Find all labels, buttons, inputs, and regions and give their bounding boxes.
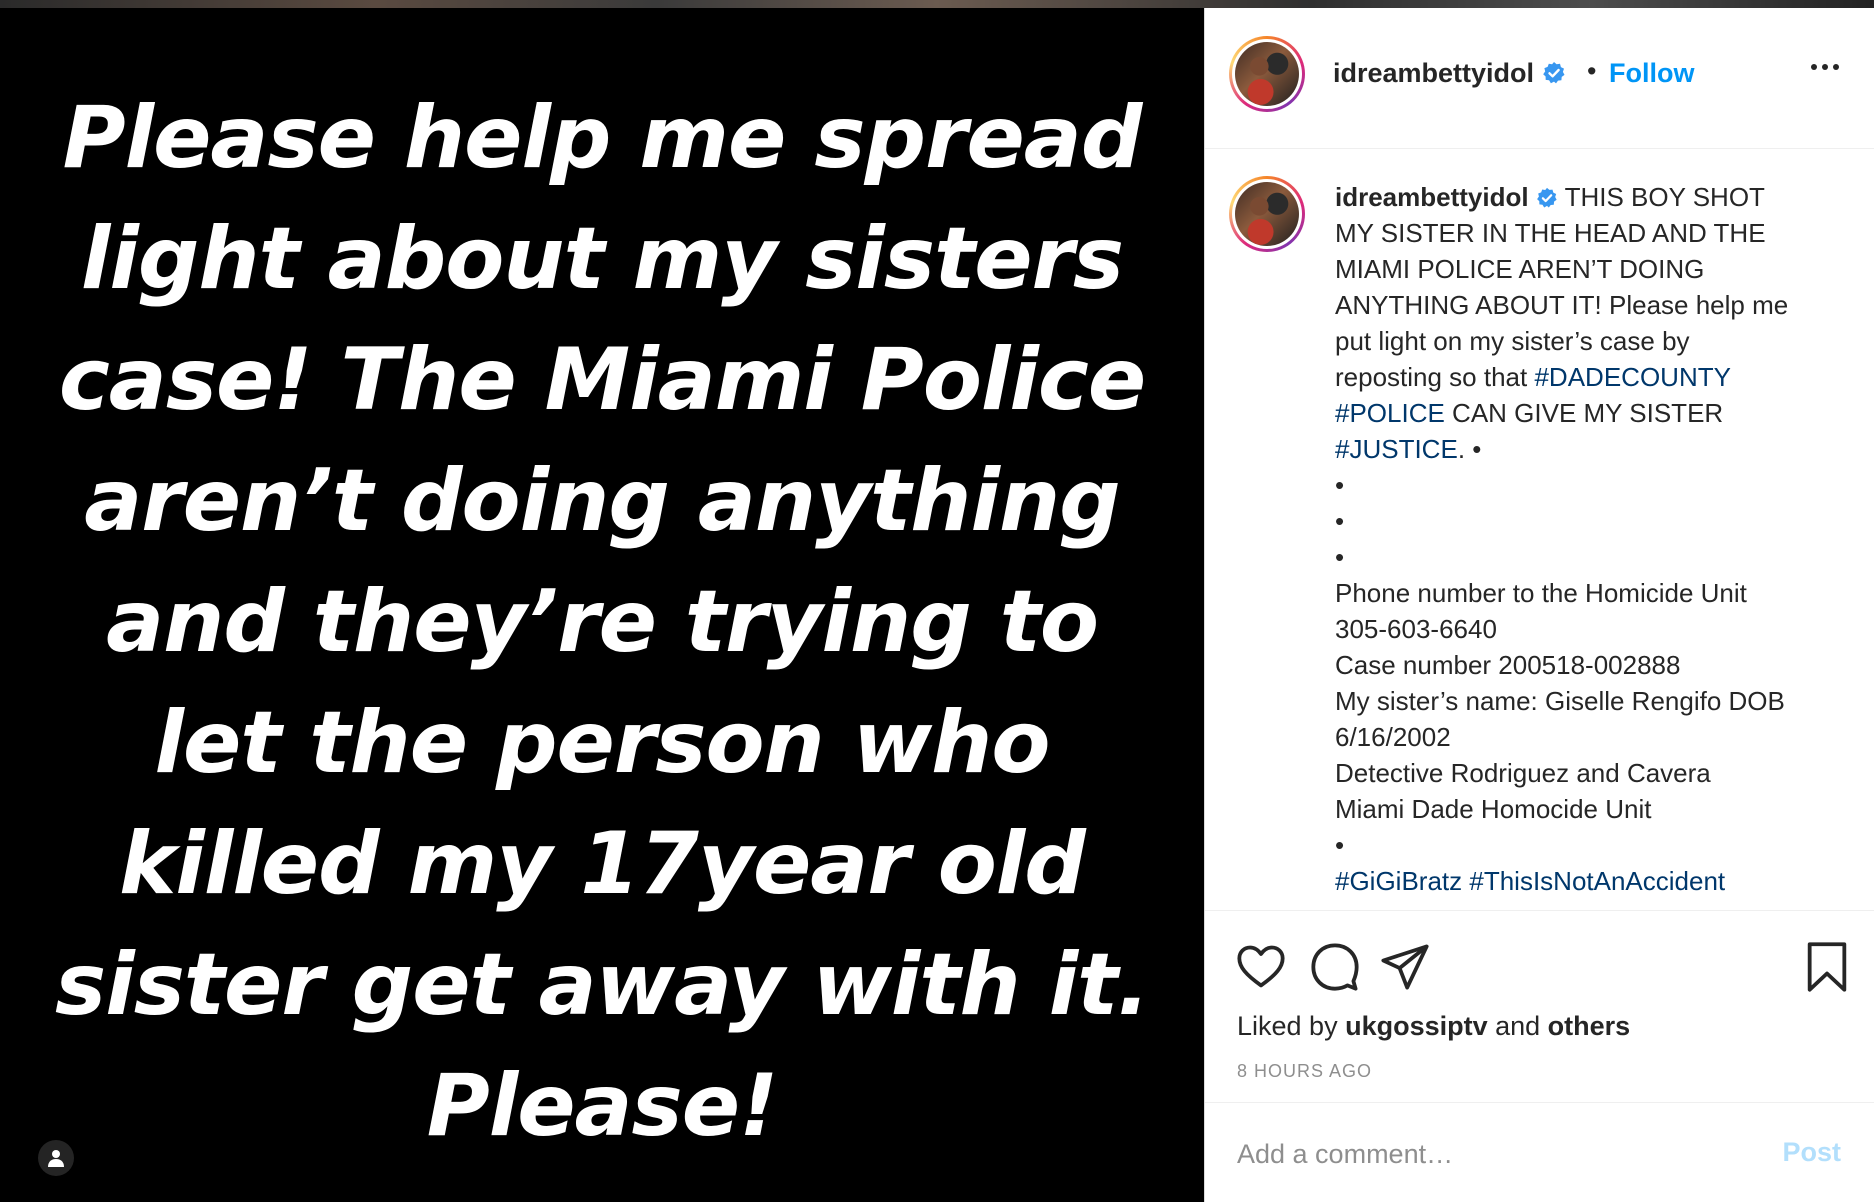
- media-text-line: let the person who: [154, 693, 1051, 793]
- post-timestamp[interactable]: 8 HOURS AGO: [1237, 1061, 1372, 1082]
- media-text-line: light about my sisters: [80, 209, 1124, 309]
- username-link[interactable]: idreambettyidol: [1333, 58, 1566, 89]
- caption-text: 305-603-6640: [1335, 614, 1497, 644]
- liked-user-link[interactable]: ukgossiptv: [1345, 1011, 1488, 1041]
- post-header: idreambettyidol • Follow: [1205, 8, 1874, 149]
- hashtag-link[interactable]: #DADECOUNTY: [1534, 362, 1730, 392]
- comments-area[interactable]: idreambettyidol THIS BOY SHOT MY SISTER …: [1205, 149, 1874, 910]
- avatar[interactable]: [1229, 36, 1305, 112]
- media-text-line: killed my 17year old: [119, 814, 1086, 914]
- hashtag-link[interactable]: #POLICE: [1335, 398, 1445, 428]
- bookmark-icon[interactable]: [1801, 941, 1853, 993]
- media-text-block: Please help me spread light about my sis…: [0, 78, 1204, 1167]
- caption-text: Miami Dade Homocide Unit: [1335, 794, 1652, 824]
- caption-username[interactable]: idreambettyidol: [1335, 182, 1529, 212]
- separator-dot: •: [1587, 56, 1597, 86]
- liked-and: and: [1487, 1011, 1548, 1041]
- post-actions: Liked by ukgossiptv and others 8 HOURS A…: [1205, 910, 1874, 1111]
- username-text: idreambettyidol: [1333, 58, 1535, 88]
- caption-text: Phone number to the Homicide Unit: [1335, 578, 1747, 608]
- media-text-line: Please!: [426, 1056, 779, 1156]
- post-caption: idreambettyidol THIS BOY SHOT MY SISTER …: [1335, 179, 1850, 899]
- hashtag-link[interactable]: #GiGiBratz #ThisIsNotAnAccident: [1335, 863, 1850, 899]
- post-media-image[interactable]: Please help me spread light about my sis…: [0, 8, 1204, 1202]
- caption-text: put light on my sister’s case by: [1335, 326, 1690, 356]
- caption-text: THIS BOY SHOT: [1564, 182, 1765, 212]
- likes-summary: Liked by ukgossiptv and others: [1237, 1011, 1630, 1042]
- caption-bullet: •: [1335, 506, 1345, 536]
- caption-text: ANYTHING ABOUT IT! Please help me: [1335, 290, 1789, 320]
- post-sidebar: idreambettyidol • Follow idreambettyidol…: [1204, 8, 1874, 1202]
- instagram-post-view: Please help me spread light about my sis…: [0, 0, 1874, 1202]
- caption-text: . •: [1457, 434, 1482, 464]
- verified-badge-icon: [1536, 187, 1557, 208]
- comment-input[interactable]: [1235, 1133, 1719, 1175]
- media-text-line: sister get away with it.: [55, 935, 1150, 1035]
- media-text-line: case! The Miami Police: [58, 330, 1146, 430]
- media-text-line: aren’t doing anything: [84, 451, 1120, 551]
- add-comment-bar: Post: [1205, 1102, 1874, 1202]
- caption-bullet: •: [1335, 542, 1345, 572]
- caption-text: Detective Rodriguez and Cavera: [1335, 758, 1711, 788]
- avatar[interactable]: [1229, 176, 1305, 252]
- share-icon[interactable]: [1379, 941, 1431, 993]
- caption-text: 6/16/2002: [1335, 722, 1451, 752]
- follow-button[interactable]: Follow: [1609, 58, 1694, 89]
- caption-text: reposting so that: [1335, 362, 1535, 392]
- post-button[interactable]: Post: [1782, 1137, 1841, 1168]
- liked-others-link[interactable]: others: [1548, 1011, 1631, 1041]
- caption-bullet: •: [1335, 830, 1345, 860]
- media-text-line: and they’re trying to: [106, 572, 1099, 672]
- more-options-icon[interactable]: [1805, 52, 1845, 82]
- caption-text: MY SISTER IN THE HEAD AND THE: [1335, 218, 1766, 248]
- caption-text: CAN GIVE MY SISTER: [1444, 398, 1724, 428]
- background-strip: [0, 0, 1874, 8]
- caption-text: MIAMI POLICE AREN’T DOING: [1335, 254, 1705, 284]
- caption-text: Case number 200518-002888: [1335, 650, 1681, 680]
- caption-bullet: •: [1335, 470, 1345, 500]
- heart-icon[interactable]: [1235, 941, 1287, 993]
- verified-badge-icon: [1542, 62, 1565, 84]
- media-text-line: Please help me spread: [62, 88, 1143, 188]
- tagged-user-icon[interactable]: [38, 1140, 74, 1176]
- caption-text: My sister’s name: Giselle Rengifo DOB: [1335, 686, 1785, 716]
- hashtag-link[interactable]: #JUSTICE: [1335, 434, 1458, 464]
- comment-icon[interactable]: [1309, 941, 1361, 993]
- liked-prefix: Liked by: [1237, 1011, 1346, 1041]
